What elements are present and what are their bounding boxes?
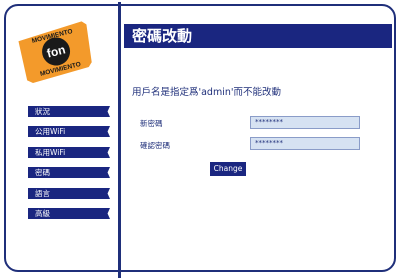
sidebar-item-label: 高級	[35, 209, 50, 218]
sidebar-item-label: 狀況	[35, 107, 50, 116]
username-notice: 用戶名是指定爲'admin'而不能改動	[132, 87, 281, 98]
sidebar-item-label: 語言	[35, 189, 50, 198]
sidebar-item-public-wifi[interactable]: 公用WiFi	[28, 126, 110, 137]
page-title: 密碼改動	[132, 27, 193, 45]
fon-logo: fon MOVIMIENTO MOVIMIENTO	[12, 10, 104, 92]
sidebar-item-status[interactable]: 狀況	[28, 106, 110, 117]
sidebar-item-advanced[interactable]: 高級	[28, 208, 110, 219]
new-password-label: 新密碼	[140, 119, 163, 128]
sidebar-item-label: 密碼	[35, 168, 50, 177]
new-password-field[interactable]: ********	[250, 116, 360, 129]
sidebar-item-language[interactable]: 語言	[28, 188, 110, 199]
sidebar-item-label: 私用WiFi	[35, 148, 66, 157]
sidebar-item-label: 公用WiFi	[35, 127, 66, 136]
change-button[interactable]: Change	[210, 162, 246, 176]
column-divider	[118, 2, 121, 278]
page-header: 密碼改動	[124, 24, 392, 48]
sidebar-item-private-wifi[interactable]: 私用WiFi	[28, 147, 110, 158]
confirm-password-field[interactable]: ********	[250, 137, 360, 150]
confirm-password-label: 確認密碼	[140, 141, 170, 150]
sidebar-item-password[interactable]: 密碼	[28, 167, 110, 178]
